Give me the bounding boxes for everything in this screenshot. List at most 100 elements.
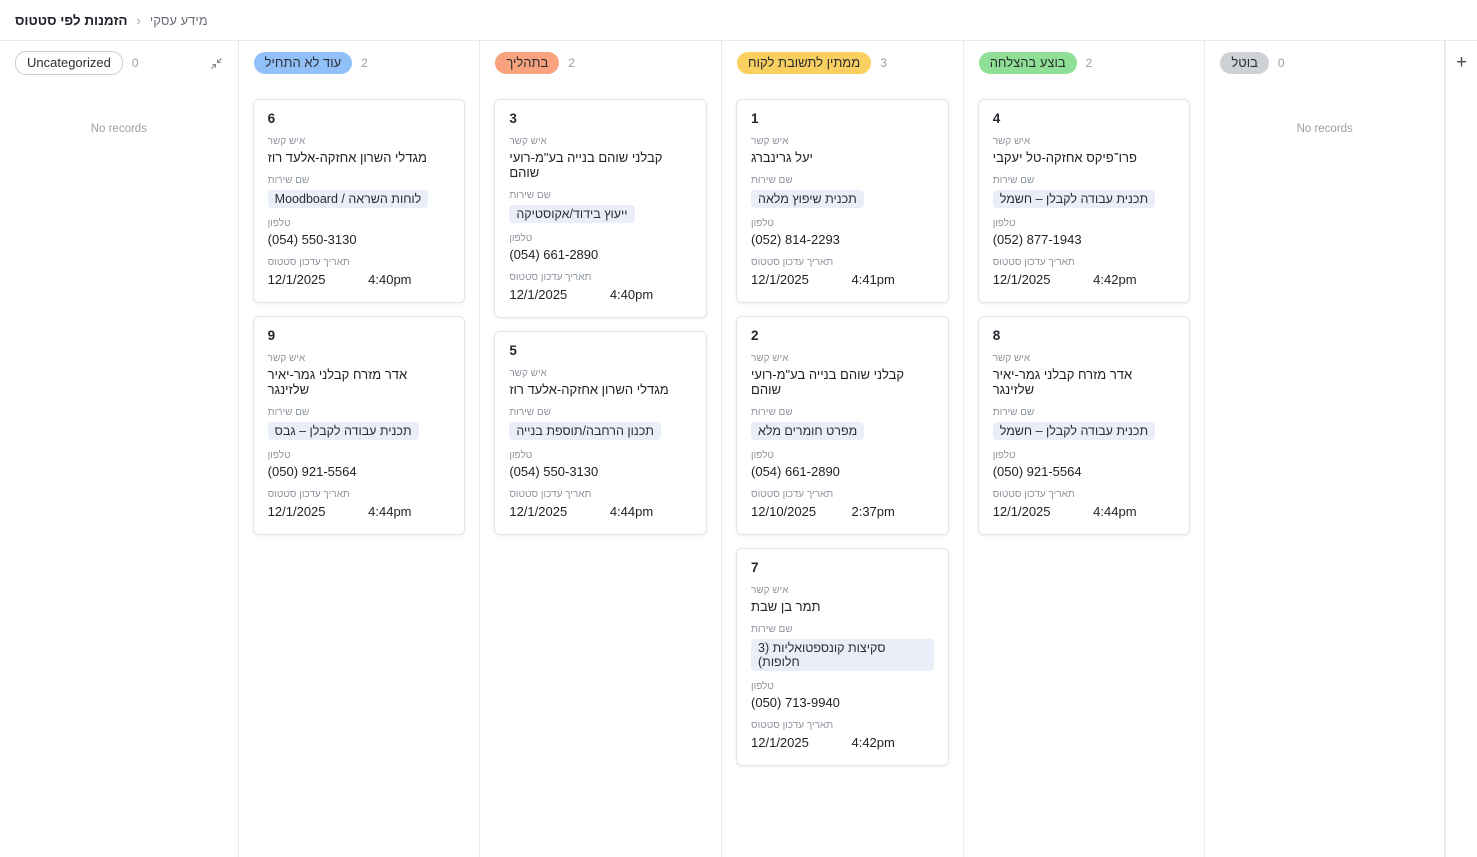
field-label-phone: טלפון [751,450,934,461]
kanban-card[interactable]: 3איש קשרקבלני שוהם בנייה בע"מ-רועי שוהםש… [494,99,707,318]
kanban-card[interactable]: 2איש קשרקבלני שוהם בנייה בע"מ-רועי שוהםש… [736,316,949,535]
status-pill: ממתין לתשובת לקוח [737,52,871,74]
kanban-card[interactable]: 9איש קשראדר מזרח קבלני גמר-יאיר שלזינגרש… [253,316,466,535]
phone-number: (054) 661-2890 [751,464,934,479]
contact-name: אדר מזרח קבלני גמר-יאיר שלזינגר [993,367,1176,397]
phone-number: (054) 661-2890 [509,247,692,262]
contact-name: יעל גרינברג [751,150,934,165]
column-count: 2 [361,56,368,70]
status-date-row: 12/1/20254:41pm [751,272,934,287]
kanban-card[interactable]: 5איש קשרמגדלי השרון אחזקה-אלעד רוזשם שיר… [494,331,707,535]
field-label-phone: טלפון [993,450,1176,461]
card-record-id: 1 [751,111,934,126]
field-label-status-date: תאריך עדכון סטטוס [509,489,692,500]
status-time-value: 4:40pm [610,287,653,302]
status-date-row: 12/1/20254:42pm [993,272,1176,287]
card-record-id: 8 [993,328,1176,343]
status-date-row: 12/1/20254:44pm [268,504,451,519]
status-date-value: 12/1/2025 [751,272,851,287]
collapse-icon [210,57,223,70]
status-date-row: 12/10/20252:37pm [751,504,934,519]
field-label-contact: איש קשר [751,585,934,596]
status-time-value: 4:41pm [851,272,894,287]
phone-number: (052) 877-1943 [993,232,1176,247]
column-body: 4איש קשרפרו־פיקס אחזקה-טל יעקבישם שירותת… [964,85,1205,857]
add-stack-strip: + [1445,41,1477,857]
column-header-uncategorized[interactable]: Uncategorized0 [0,41,238,85]
collapse-stack-button[interactable] [210,57,223,70]
field-label-service: שם שירות [268,175,451,186]
column-body: 6איש קשרמגדלי השרון אחזקה-אלעד רוזשם שיר… [239,85,480,857]
field-label-service: שם שירות [993,407,1176,418]
card-record-id: 2 [751,328,934,343]
kanban-card[interactable]: 1איש קשריעל גרינברגשם שירותתכנית שיפוץ מ… [736,99,949,303]
field-label-status-date: תאריך עדכון סטטוס [268,489,451,500]
status-date-value: 12/1/2025 [268,504,368,519]
column-body: 3איש קשרקבלני שוהם בנייה בע"מ-רועי שוהםש… [480,85,721,857]
service-tag: תכנון הרחבה/תוספת בנייה [509,422,661,440]
status-date-row: 12/1/20254:44pm [509,504,692,519]
status-date-row: 12/1/20254:42pm [751,735,934,750]
column-body: 1איש קשריעל גרינברגשם שירותתכנית שיפוץ מ… [722,85,963,857]
contact-name: תמר בן שבת [751,599,934,614]
status-pill: בתהליך [495,52,559,74]
field-label-status-date: תאריך עדכון סטטוס [751,257,934,268]
status-time-value: 4:44pm [1093,504,1136,519]
column-header-cancelled[interactable]: בוטל0 [1205,41,1444,85]
contact-name: אדר מזרח קבלני גמר-יאיר שלזינגר [268,367,451,397]
kanban-card[interactable]: 4איש קשרפרו־פיקס אחזקה-טל יעקבישם שירותת… [978,99,1191,303]
breadcrumb-parent-link[interactable]: מידע עסקי [150,13,208,28]
service-tag-row: מפרט חומרים מלא [751,422,934,440]
card-record-id: 3 [509,111,692,126]
service-tag: ייעוץ בידוד/אקוסטיקה [509,205,634,223]
contact-name: פרו־פיקס אחזקה-טל יעקבי [993,150,1176,165]
contact-name: קבלני שוהם בנייה בע"מ-רועי שוהם [509,150,692,180]
kanban-column-uncategorized: Uncategorized0 No records [0,41,239,857]
column-header-waiting-customer[interactable]: ממתין לתשובת לקוח3 [722,41,963,85]
column-count: 2 [1086,56,1093,70]
status-date-value: 12/1/2025 [993,504,1093,519]
service-tag: תכנית עבודה לקבלן – חשמל [993,190,1155,208]
status-time-value: 4:44pm [610,504,653,519]
field-label-contact: איש קשר [509,136,692,147]
service-tag-row: תכנית עבודה לקבלן – גבס [268,422,451,440]
status-time-value: 4:42pm [851,735,894,750]
status-date-value: 12/1/2025 [268,272,368,287]
field-label-service: שם שירות [751,175,934,186]
field-label-status-date: תאריך עדכון סטטוס [993,257,1176,268]
field-label-phone: טלפון [509,233,692,244]
kanban-card[interactable]: 7 איש קשר תמר בן שבת שם שירות סקיצות קונספטו… [736,548,949,766]
field-label-status-date: תאריך עדכון סטטוס [268,257,451,268]
column-count: 2 [568,56,575,70]
kanban-card[interactable]: 6איש קשרמגדלי השרון אחזקה-אלעד רוזשם שיר… [253,99,466,303]
contact-name: מגדלי השרון אחזקה-אלעד רוז [268,150,451,165]
status-pill: עוד לא התחיל [254,52,352,74]
breadcrumb: הזמנות לפי סטטוס › מידע עסקי [0,0,1477,41]
kanban-card[interactable]: 8איש קשראדר מזרח קבלני גמר-יאיר שלזינגרש… [978,316,1191,535]
status-time-value: 4:44pm [368,504,411,519]
kanban-column-cancelled: בוטל0 No records [1205,41,1445,857]
status-pill: בוצע בהצלחה [979,52,1077,74]
field-label-service: שם שירות [751,407,934,418]
status-date-row: 12/1/20254:44pm [993,504,1176,519]
column-count: 0 [132,56,139,70]
column-header-not-started[interactable]: עוד לא התחיל 2 [239,41,480,85]
service-tag-row: ייעוץ בידוד/אקוסטיקה [509,205,692,223]
kanban-column-waiting-customer: ממתין לתשובת לקוח3 1 איש קשר יעל גרינברג שם … [722,41,964,857]
add-stack-button[interactable]: + [1452,49,1471,76]
empty-state-text: No records [14,99,224,135]
card-record-id: 7 [751,560,934,575]
column-header-in-progress[interactable]: בתהליך 2 [480,41,721,85]
service-tag-row: לוחות השראה / Moodboard [268,190,451,208]
field-label-status-date: תאריך עדכון סטטוס [993,489,1176,500]
kanban-column-in-progress: בתהליך 2 3 איש קשר קבלני שוהם בנייה בע"מ-רוע… [480,41,722,857]
empty-state-text: No records [1219,99,1430,135]
status-date-value: 12/1/2025 [993,272,1093,287]
contact-name: קבלני שוהם בנייה בע"מ-רועי שוהם [751,367,934,397]
phone-number: (050) 713-9940 [751,695,934,710]
service-tag-row: סקיצות קונספטואליות (3 חלופות) [751,639,934,671]
status-date-row: 12/1/20254:40pm [509,287,692,302]
column-header-done[interactable]: בוצע בהצלחה 2 [964,41,1205,85]
field-label-phone: טלפון [751,681,934,692]
field-label-service: שם שירות [751,624,934,635]
